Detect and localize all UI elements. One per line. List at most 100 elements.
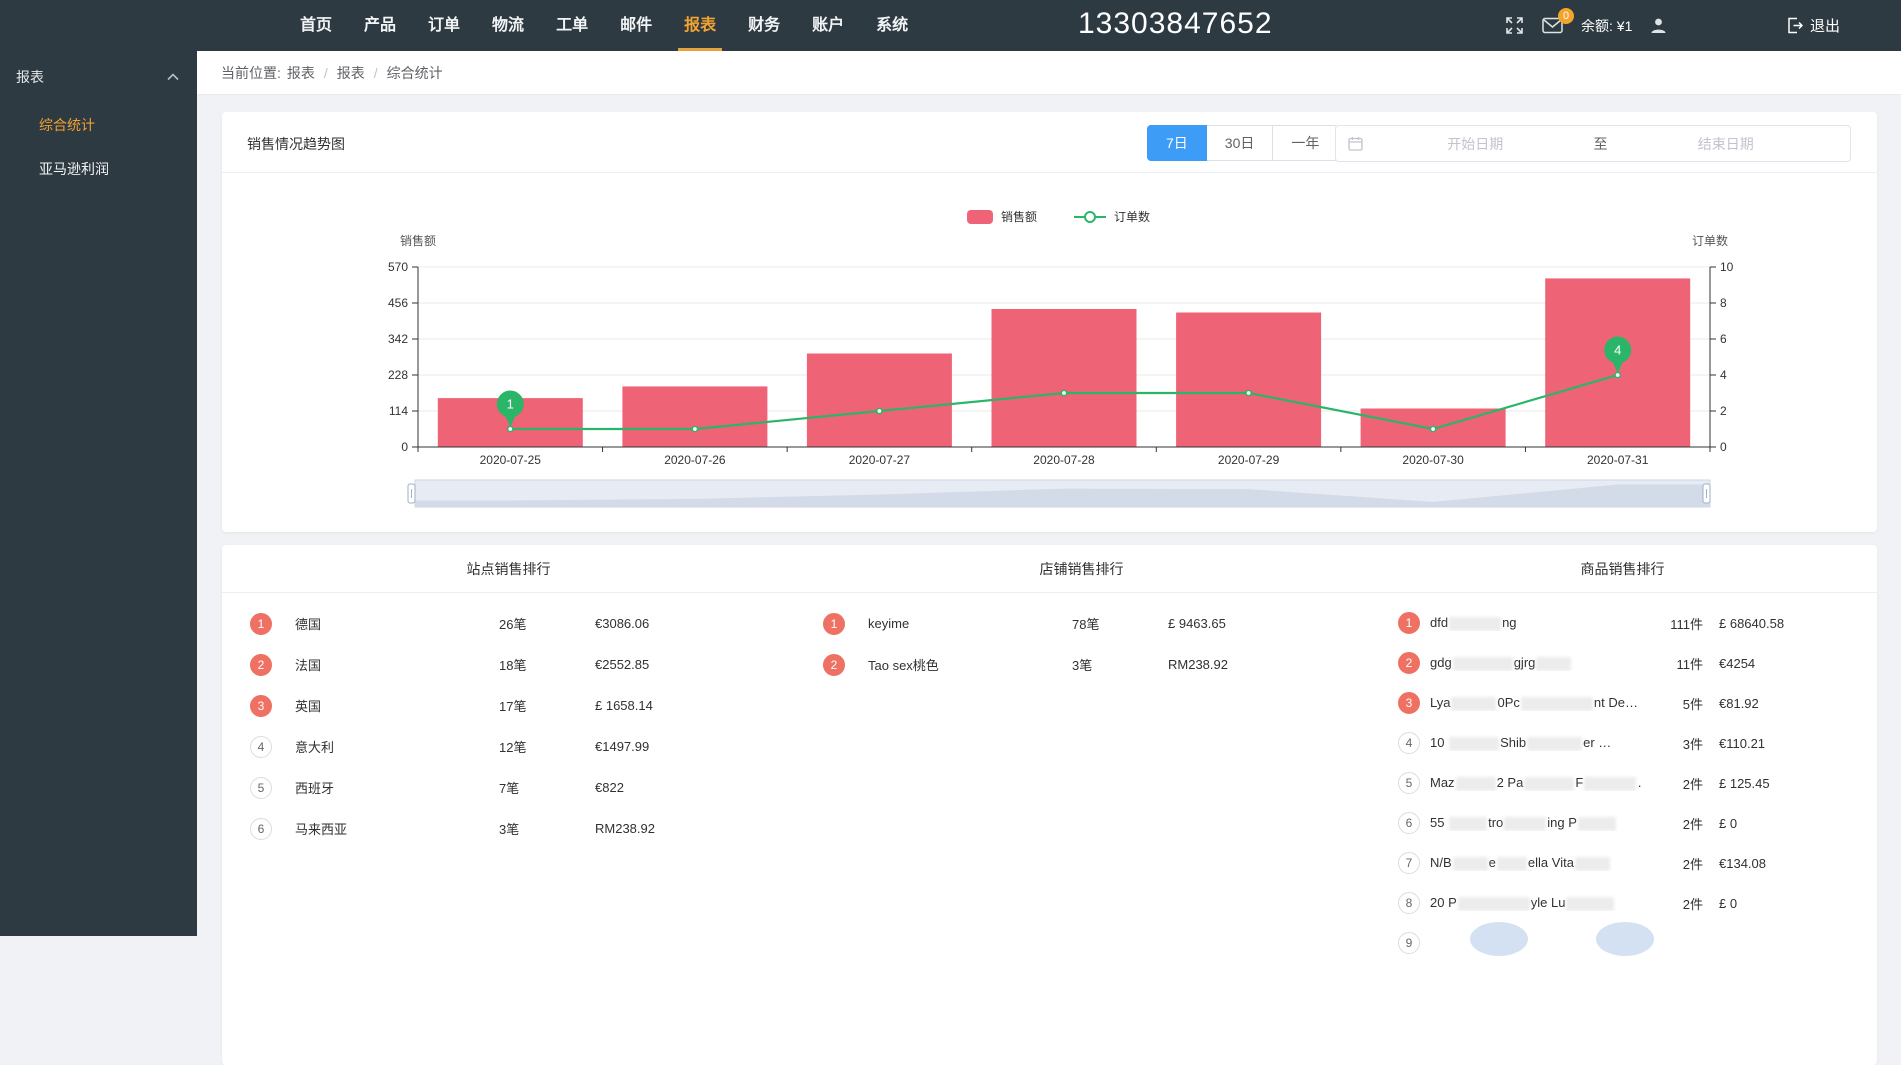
- chevron-up-icon: [167, 73, 179, 81]
- nav-item-account[interactable]: 账户: [812, 0, 844, 51]
- svg-text:342: 342: [388, 332, 408, 346]
- site-ranking-title: 站点销售排行: [222, 545, 795, 593]
- censored-text: [1578, 817, 1616, 831]
- sidebar-item-summary[interactable]: 综合统计: [0, 103, 197, 147]
- date-range-picker[interactable]: 开始日期 至 结束日期: [1335, 125, 1851, 162]
- user-icon[interactable]: [1650, 17, 1667, 34]
- svg-text:456: 456: [388, 296, 408, 310]
- nav-item-reports[interactable]: 报表: [684, 0, 716, 51]
- ranking-name: 西班牙: [295, 778, 499, 797]
- ranking-count: 2件: [1643, 854, 1703, 873]
- rank-badge: 1: [823, 613, 845, 635]
- ranking-count: 17笔: [499, 696, 595, 715]
- mail-badge: 0: [1558, 8, 1574, 24]
- sales-trend-chart: 销售额 订单数 销售额订单数01142283424565700246810202…: [222, 173, 1877, 532]
- legend-item-orders[interactable]: 订单数: [1074, 209, 1150, 224]
- nav-item-orders[interactable]: 订单: [428, 0, 460, 51]
- nav-item-home[interactable]: 首页: [300, 0, 332, 51]
- svg-text:2020-07-27: 2020-07-27: [849, 453, 911, 467]
- censored-text: [1449, 617, 1501, 631]
- nav-item-work-orders[interactable]: 工单: [556, 0, 588, 51]
- ranking-amount: €2552.85: [595, 657, 795, 672]
- ranking-count: 5件: [1643, 694, 1703, 713]
- sidebar-group-label: 报表: [16, 67, 44, 87]
- fullscreen-icon[interactable]: [1505, 16, 1524, 35]
- ranking-row: 3Lya0Pcnt De…5件€81.92: [1368, 683, 1877, 723]
- svg-text:4: 4: [1720, 368, 1727, 382]
- rank-badge: 3: [250, 695, 272, 717]
- calendar-icon: [1348, 136, 1363, 151]
- date-range-separator: 至: [1588, 134, 1614, 154]
- ranking-row: 7N/Beella Vita2件€134.08: [1368, 843, 1877, 883]
- balance-label: 余额: ¥1: [1581, 16, 1632, 36]
- rank-badge: 2: [1398, 652, 1420, 674]
- site-ranking-column: 站点销售排行 1德国26笔€3086.062法国18笔€2552.853英国17…: [222, 545, 795, 1065]
- ranking-count: 3笔: [499, 819, 595, 838]
- ranking-name: 法国: [295, 655, 499, 674]
- censored-text: [1575, 857, 1610, 871]
- ranking-count: 78笔: [1072, 614, 1168, 633]
- datazoom-handle-left[interactable]: [408, 484, 415, 503]
- ranking-name: 意大利: [295, 737, 499, 756]
- ranking-row: 410 Shiber …3件€110.21: [1368, 723, 1877, 763]
- start-date-input[interactable]: 开始日期: [1363, 134, 1588, 154]
- rank-badge: 3: [1398, 692, 1420, 714]
- breadcrumb-separator: /: [324, 65, 328, 81]
- nav-item-system[interactable]: 系统: [876, 0, 908, 51]
- breadcrumb-link[interactable]: 报表: [287, 65, 315, 81]
- rank-badge: 5: [250, 777, 272, 799]
- censored-text: [1449, 737, 1499, 751]
- ranking-count: 12笔: [499, 737, 595, 756]
- ranking-amount: £ 125.45: [1719, 776, 1837, 791]
- ranking-name: Maz2 PaF…: [1430, 775, 1643, 791]
- logout-button[interactable]: 退出: [1786, 0, 1840, 51]
- breadcrumb: 当前位置: 报表/报表/综合统计: [197, 51, 1901, 95]
- breadcrumb-link[interactable]: 综合统计: [387, 65, 443, 81]
- end-date-input[interactable]: 结束日期: [1614, 134, 1839, 154]
- sales-bars[interactable]: [438, 278, 1690, 447]
- ranking-amount: £ 9463.65: [1168, 616, 1368, 631]
- range-button-0[interactable]: 7日: [1147, 125, 1207, 161]
- svg-text:订单数: 订单数: [1114, 209, 1150, 224]
- datazoom-slider[interactable]: [408, 480, 1710, 507]
- sidebar-group-reports[interactable]: 报表: [0, 51, 197, 103]
- rank-badge: 6: [1398, 812, 1420, 834]
- logout-label: 退出: [1810, 15, 1840, 36]
- ranking-amount: €1497.99: [595, 739, 795, 754]
- ranking-row: 2法国18笔€2552.85: [222, 644, 795, 685]
- svg-text:2: 2: [1720, 404, 1727, 418]
- range-button-1[interactable]: 30日: [1207, 125, 1274, 161]
- legend-item-sales[interactable]: 销售额: [967, 209, 1037, 224]
- rank-badge: 1: [250, 613, 272, 635]
- censored-text: [1536, 657, 1571, 671]
- rank-badge: 9: [1398, 932, 1420, 954]
- ranking-name: N/Beella Vita: [1430, 855, 1643, 871]
- censored-text: [1497, 857, 1527, 871]
- ranking-name: keyime: [868, 616, 1072, 631]
- sidebar-item-amazon-profit[interactable]: 亚马逊利润: [0, 147, 197, 191]
- main-content: 当前位置: 报表/报表/综合统计 销售情况趋势图 7日30日一年 开始日期 至 …: [197, 51, 1901, 936]
- nav-item-logistics[interactable]: 物流: [492, 0, 524, 51]
- ranking-row: 6马来西亚3笔RM238.92: [222, 808, 795, 849]
- censored-text: [1451, 697, 1496, 711]
- ranking-amount: €822: [595, 780, 795, 795]
- nav-item-finance[interactable]: 财务: [748, 0, 780, 51]
- svg-text:2020-07-28: 2020-07-28: [1033, 453, 1095, 467]
- nav-item-mail[interactable]: 邮件: [620, 0, 652, 51]
- rank-badge: 6: [250, 818, 272, 840]
- sales-trend-header: 销售情况趋势图 7日30日一年 开始日期 至 结束日期: [222, 112, 1877, 173]
- svg-text:0: 0: [401, 440, 408, 454]
- watermark-shape: [1596, 922, 1654, 956]
- nav-item-products[interactable]: 产品: [364, 0, 396, 51]
- logout-icon: [1786, 17, 1803, 34]
- svg-text:2020-07-26: 2020-07-26: [664, 453, 726, 467]
- ranking-count: 3件: [1643, 734, 1703, 753]
- mail-icon[interactable]: 0: [1542, 17, 1563, 34]
- breadcrumb-prefix: 当前位置:: [221, 63, 281, 83]
- datazoom-handle-right[interactable]: [1703, 484, 1710, 503]
- censored-text: [1524, 777, 1574, 791]
- svg-text:10: 10: [1720, 260, 1734, 274]
- breadcrumb-link[interactable]: 报表: [337, 65, 365, 81]
- ranking-amount: RM238.92: [595, 821, 795, 836]
- range-button-2[interactable]: 一年: [1273, 125, 1338, 161]
